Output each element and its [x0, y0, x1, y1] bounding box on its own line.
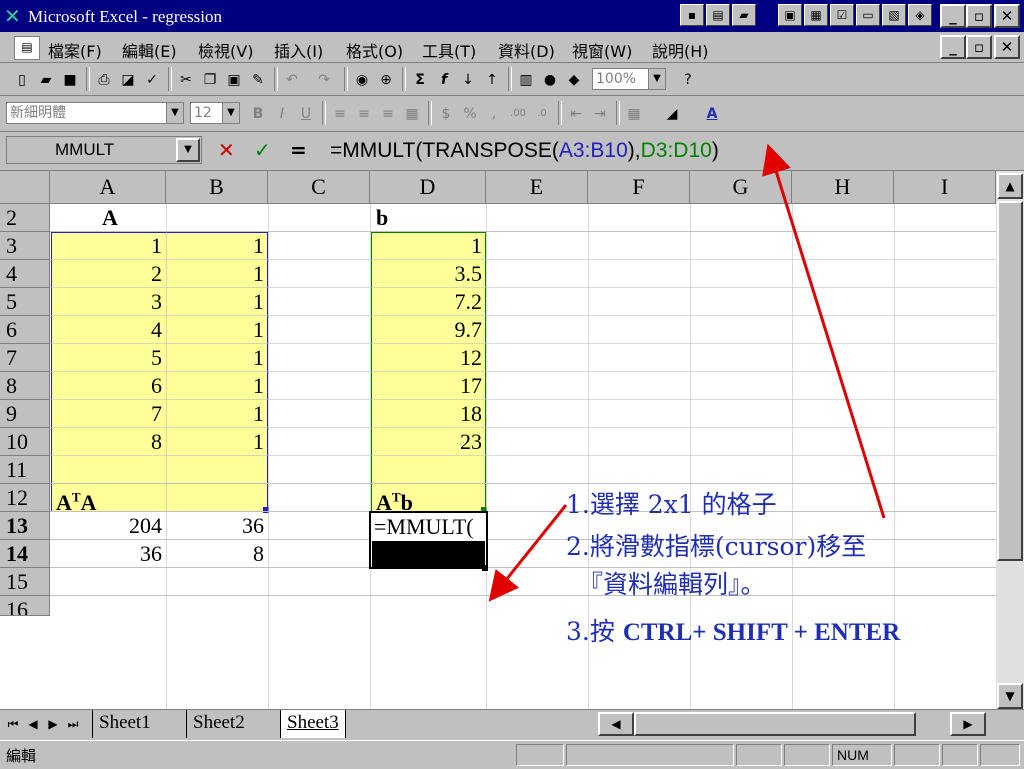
arrow-to-formula-bar — [762, 143, 886, 519]
arrow-to-cell — [488, 504, 568, 602]
annotation-arrows — [488, 143, 886, 602]
